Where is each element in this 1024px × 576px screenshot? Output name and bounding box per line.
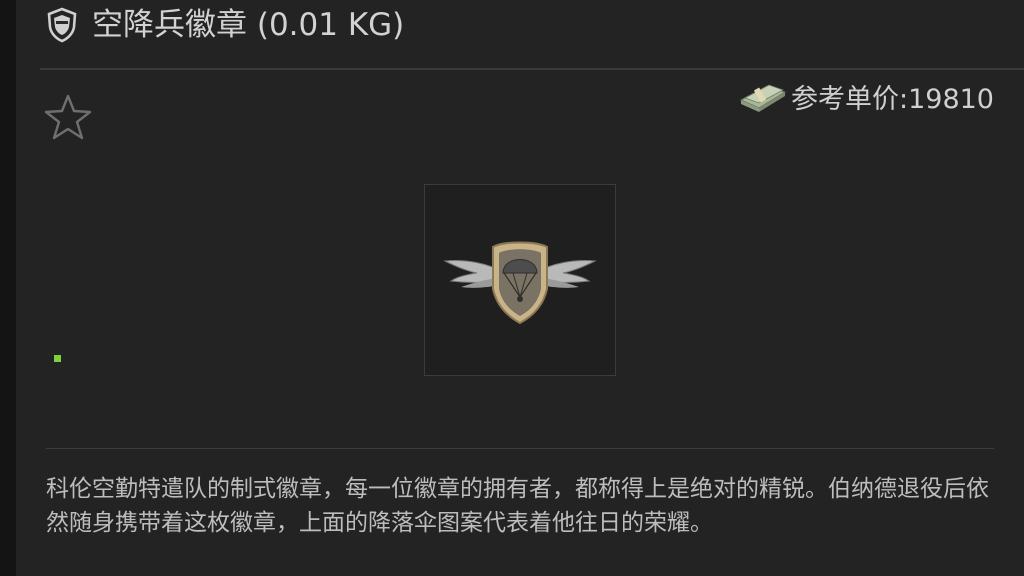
header-divider xyxy=(40,68,1024,70)
cash-stack-icon xyxy=(739,84,787,112)
star-outline-icon[interactable] xyxy=(42,92,94,144)
status-indicator xyxy=(54,355,61,362)
price-label: 参考单价:19810 xyxy=(791,83,994,115)
shield-badge-icon xyxy=(47,7,77,43)
left-edge-strip xyxy=(0,0,16,576)
item-detail-panel: 空降兵徽章 (0.01 KG) 参考单价:19810 科伦空勤特遣队的制式徽章，… xyxy=(16,0,1024,576)
item-description: 科伦空勤特遣队的制式徽章，每一位徽章的拥有者，都称得上是绝对的精锐。伯纳德退役后… xyxy=(46,476,989,536)
item-image-frame[interactable] xyxy=(424,184,616,376)
paratrooper-badge-image xyxy=(443,241,597,325)
reference-price: 参考单价:19810 xyxy=(737,76,994,116)
item-header: 空降兵徽章 (0.01 KG) xyxy=(16,0,1024,68)
item-title: 空降兵徽章 (0.01 KG) xyxy=(92,7,405,43)
description-divider xyxy=(46,448,994,449)
